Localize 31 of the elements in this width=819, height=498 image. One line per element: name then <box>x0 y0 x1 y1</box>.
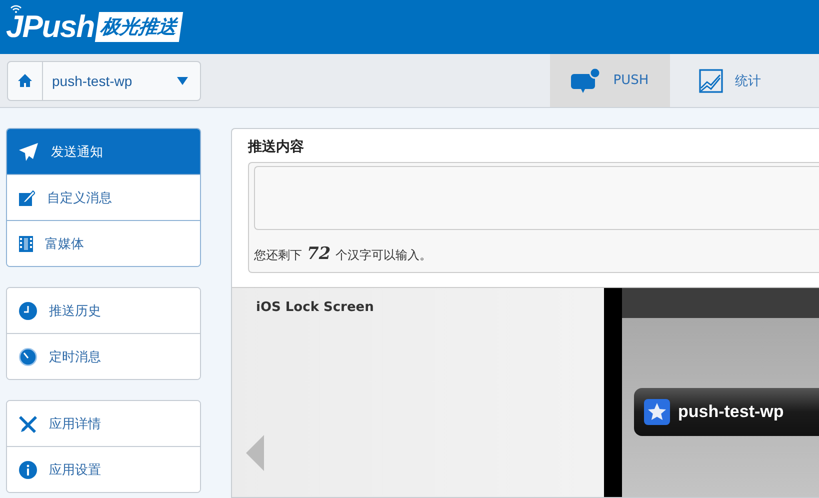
star-app-icon <box>644 399 670 425</box>
notification-title: push-test-wp <box>678 402 784 422</box>
remaining-count: 72 <box>307 244 331 264</box>
counter-text: 您还剩下 <box>254 247 302 264</box>
paper-plane-icon <box>19 142 39 160</box>
message-input[interactable] <box>254 166 819 230</box>
clock-icon <box>19 302 37 320</box>
logo-subtitle: 极光推送 <box>94 12 184 42</box>
app-select[interactable]: push-test-wp <box>7 60 201 100</box>
previous-arrow-icon[interactable] <box>246 435 264 471</box>
info-icon <box>19 460 37 478</box>
section-title: 推送内容 <box>246 138 305 157</box>
edit-icon <box>19 190 35 206</box>
line-chart-icon <box>699 68 723 92</box>
nav-tab[interactable]: PUSH <box>550 54 670 107</box>
app-select-value: push-test-wp <box>51 72 134 88</box>
signal-icon <box>10 4 22 13</box>
sidebar-item[interactable]: 定时消息 <box>7 333 200 379</box>
nav-tab[interactable]: 统计 <box>670 54 790 107</box>
sidebar-item[interactable]: 应用设置 <box>7 446 200 492</box>
sidebar-item[interactable]: 发送通知 <box>7 129 200 174</box>
chat-bubble-icon <box>571 68 602 94</box>
dropdown-caret-icon <box>177 76 188 84</box>
stopwatch-icon <box>19 348 37 366</box>
home-icon <box>18 74 32 87</box>
logo-wordmark: JPush <box>6 9 94 45</box>
preview-title: iOS Lock Screen <box>255 300 375 315</box>
tools-icon <box>19 414 37 432</box>
film-icon <box>19 236 33 252</box>
counter-text: 个汉字可以输入。 <box>336 247 432 264</box>
sidebar-item[interactable]: 富媒体 <box>7 220 200 266</box>
